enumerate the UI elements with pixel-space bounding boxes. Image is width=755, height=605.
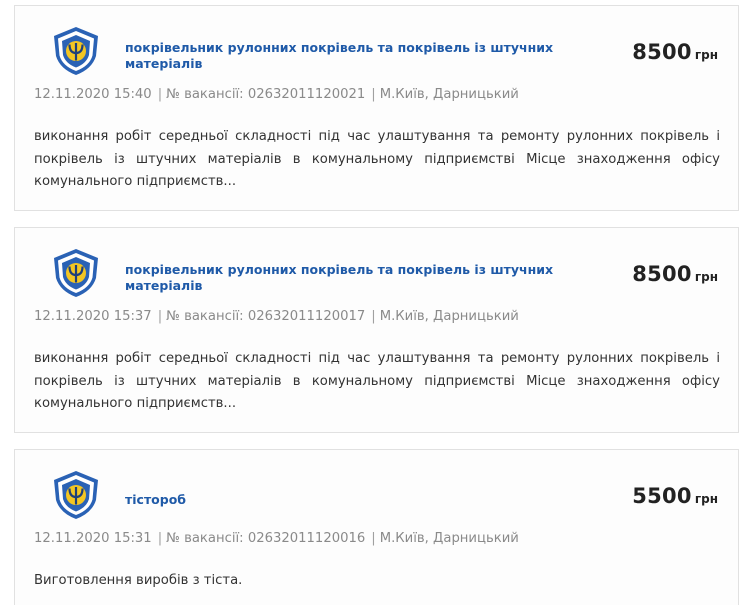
meta-separator: | (157, 531, 163, 546)
vacancy-number-label: № вакансії: (166, 309, 244, 324)
salary-currency: грн (694, 270, 718, 284)
vacancy-number-label: № вакансії: (166, 87, 244, 102)
employment-service-shield-logo-icon (54, 471, 98, 519)
vacancy-card: покрівельник рулонних покрівель та покрі… (14, 5, 739, 211)
vacancy-description: Виготовлення виробів з тіста. (34, 573, 243, 588)
vacancy-location: М.Київ, Дарницький (379, 87, 519, 102)
vacancy-meta: 12.11.2020 15:37 | № вакансії: 02632011120… (34, 309, 519, 324)
vacancy-salary: 8500 грн (632, 262, 718, 286)
vacancy-card: тістороб 5500 грн 12.11.2020 15:31 | № вака… (14, 449, 739, 605)
vacancy-number-label: № вакансії: (166, 531, 244, 546)
vacancy-title-link[interactable]: покрівельник рулонних покрівель та покрі… (125, 40, 565, 72)
meta-separator: | (371, 309, 376, 324)
vacancy-number: 02632011120021 (247, 87, 366, 102)
meta-separator: | (371, 531, 376, 546)
vacancy-date: 12.11.2020 15:40 (34, 87, 152, 102)
vacancy-date: 12.11.2020 15:37 (34, 309, 152, 324)
vacancy-date: 12.11.2020 15:31 (34, 531, 152, 546)
vacancy-card: покрівельник рулонних покрівель та покрі… (14, 227, 739, 433)
vacancy-description: виконання робіт середньої складності під… (34, 129, 720, 189)
meta-separator: | (157, 309, 163, 324)
vacancy-location: М.Київ, Дарницький (379, 309, 519, 324)
vacancy-title-link[interactable]: покрівельник рулонних покрівель та покрі… (125, 262, 565, 294)
vacancy-salary: 8500 грн (632, 40, 718, 64)
meta-separator: | (157, 87, 163, 102)
vacancy-title-link[interactable]: тістороб (125, 492, 565, 508)
vacancy-location: М.Київ, Дарницький (379, 531, 519, 546)
salary-currency: грн (694, 48, 718, 62)
vacancy-list: покрівельник рулонних покрівель та покрі… (0, 0, 755, 605)
vacancy-description: виконання робіт середньої складності під… (34, 351, 720, 411)
vacancy-number: 02632011120017 (247, 309, 366, 324)
meta-separator: | (371, 87, 376, 102)
vacancy-number: 02632011120016 (247, 531, 366, 546)
employment-service-shield-logo-icon (54, 27, 98, 75)
salary-amount: 8500 (632, 40, 692, 64)
salary-amount: 5500 (632, 484, 692, 508)
vacancy-meta: 12.11.2020 15:31 | № вакансії: 02632011120… (34, 531, 519, 546)
vacancy-meta: 12.11.2020 15:40 | № вакансії: 02632011120… (34, 87, 519, 102)
employment-service-shield-logo-icon (54, 249, 98, 297)
salary-amount: 8500 (632, 262, 692, 286)
vacancy-salary: 5500 грн (632, 484, 718, 508)
salary-currency: грн (694, 492, 718, 506)
